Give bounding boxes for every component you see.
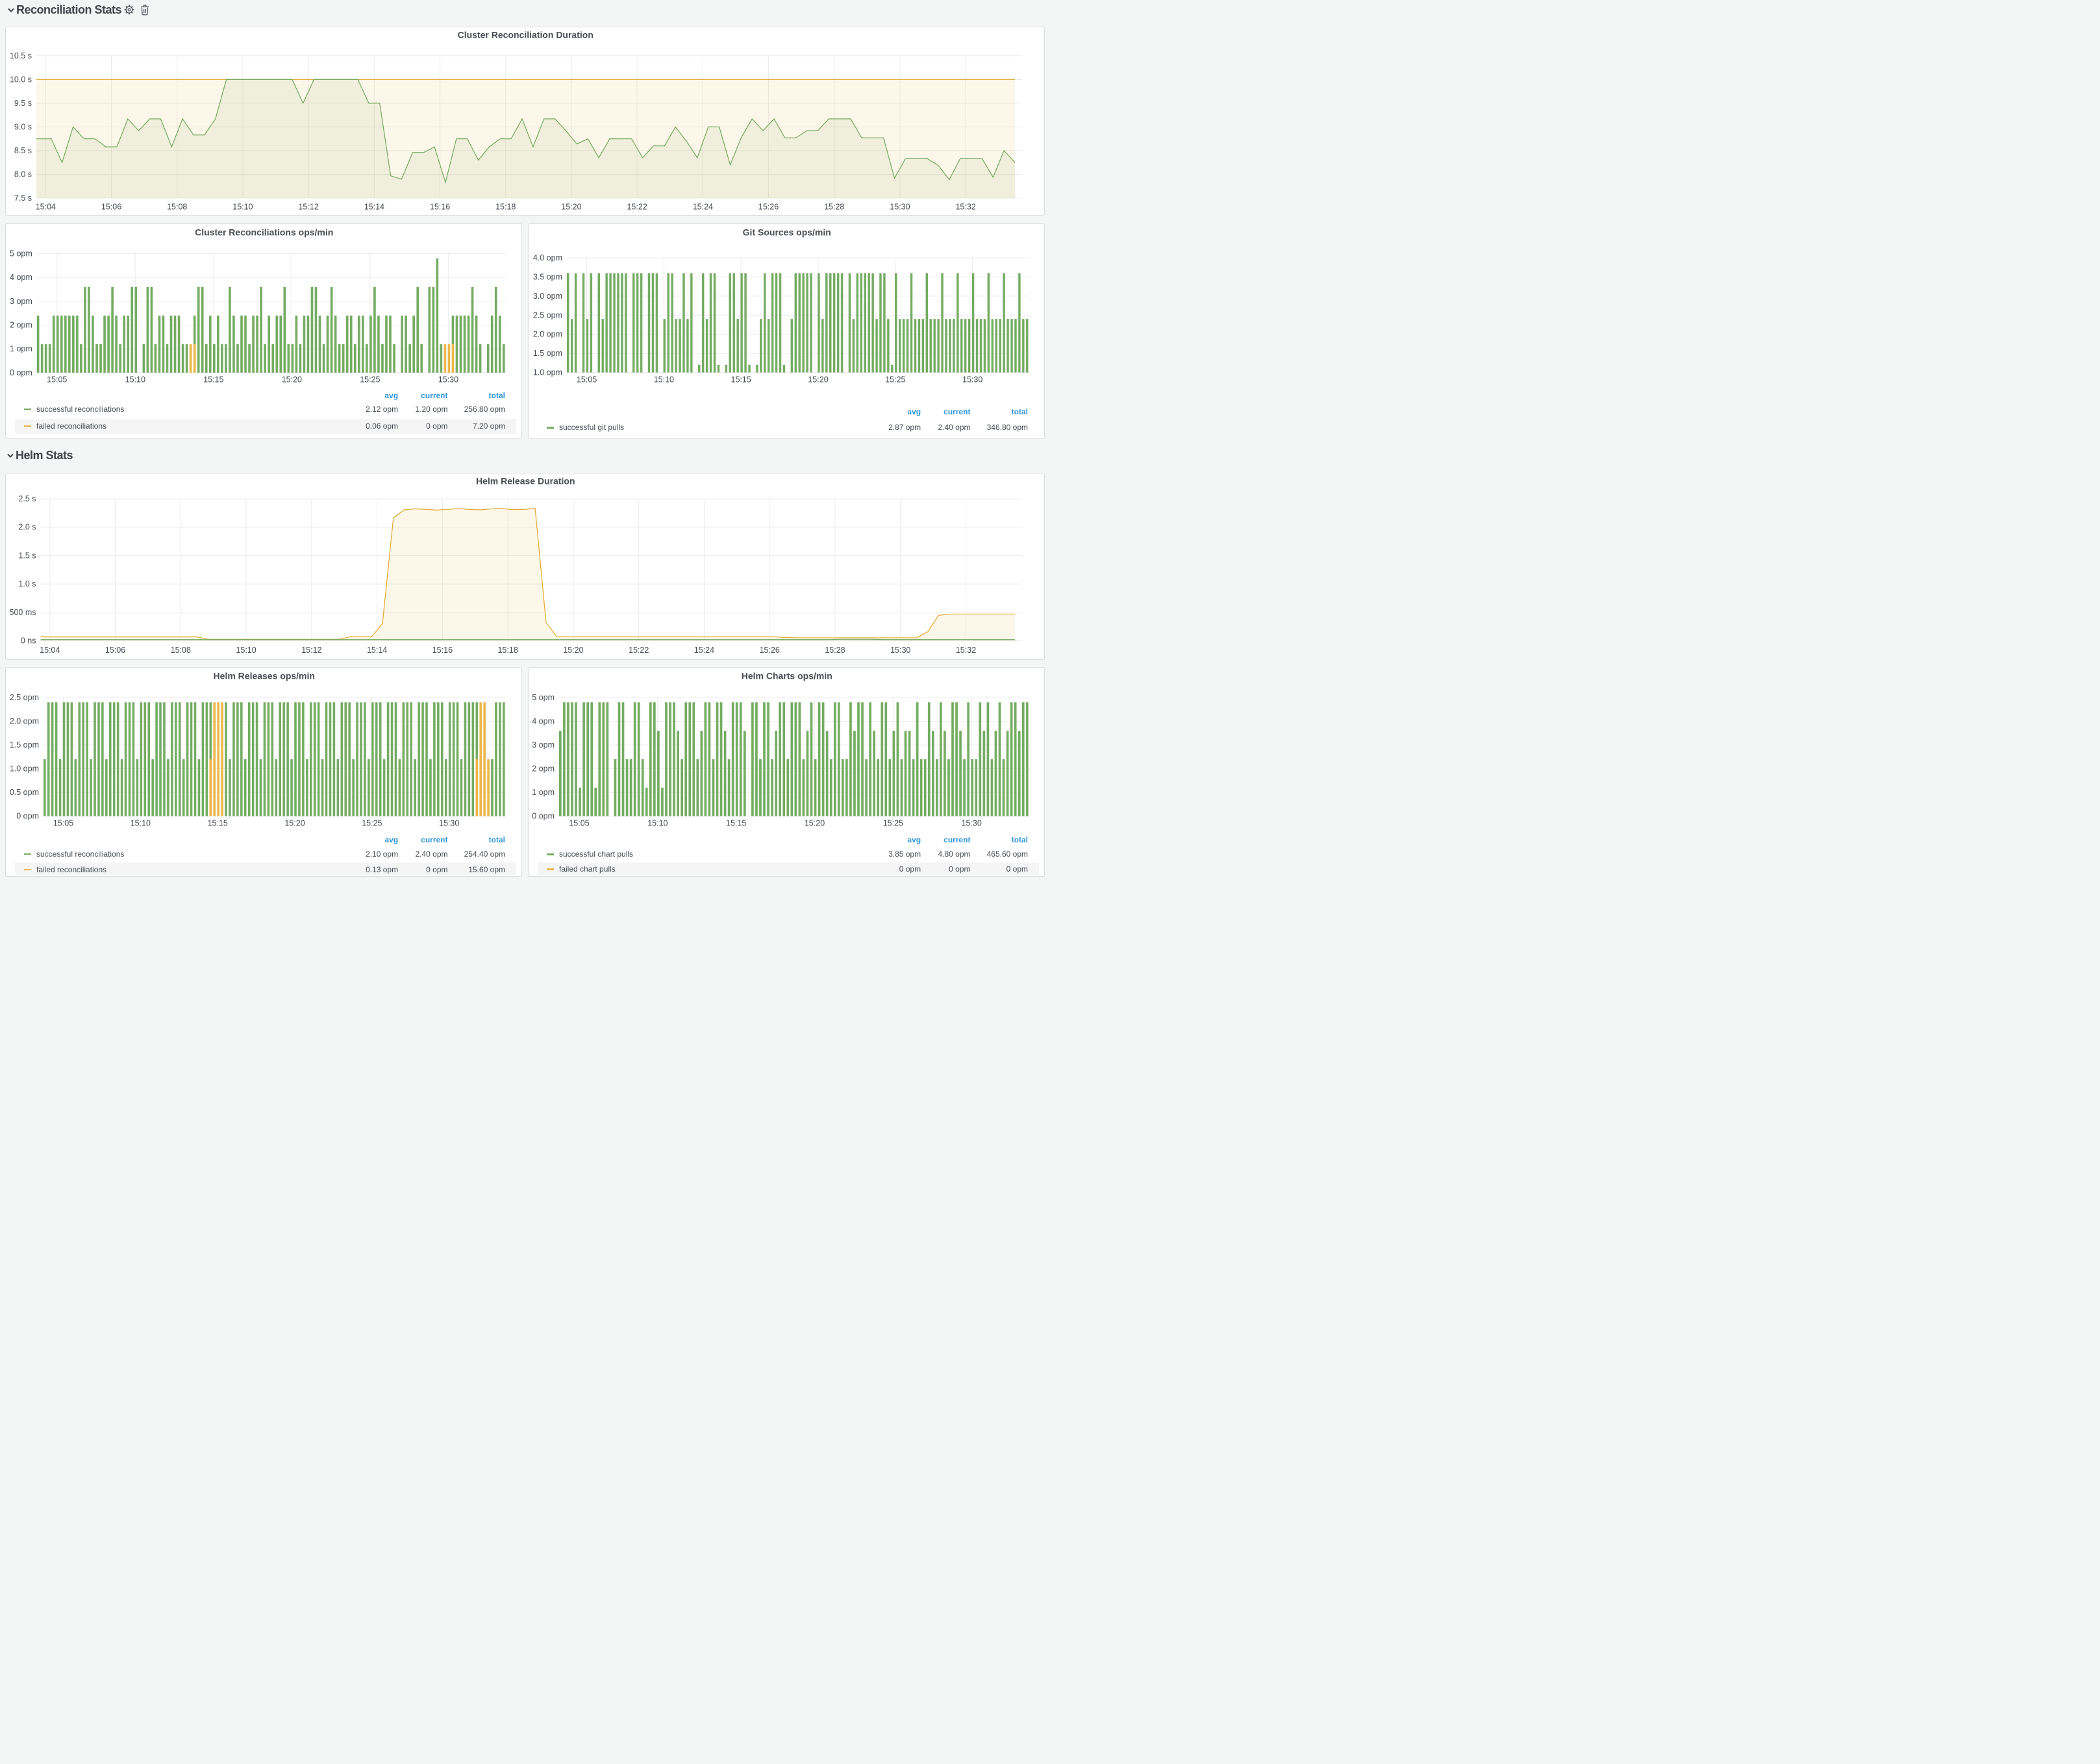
svg-text:15:30: 15:30 [439,818,459,827]
svg-text:15:30: 15:30 [962,818,982,827]
svg-text:15:24: 15:24 [694,646,714,655]
svg-text:15:15: 15:15 [726,818,746,827]
svg-text:0 opm: 0 opm [532,812,555,821]
svg-text:15:10: 15:10 [236,646,256,655]
svg-text:15:26: 15:26 [760,646,780,655]
svg-text:15:20: 15:20 [282,375,302,384]
svg-text:15:15: 15:15 [208,818,228,827]
svg-text:15:15: 15:15 [203,375,223,384]
svg-text:15:04: 15:04 [36,203,56,212]
svg-text:2 opm: 2 opm [10,320,32,329]
svg-text:8.0 s: 8.0 s [14,170,32,179]
svg-text:15:18: 15:18 [495,203,516,212]
svg-text:10.0 s: 10.0 s [10,75,32,84]
svg-text:1.5 s: 1.5 s [18,551,36,560]
svg-text:15:25: 15:25 [362,818,382,827]
svg-text:1.0 opm: 1.0 opm [10,764,39,774]
svg-text:2.0 s: 2.0 s [18,522,36,531]
svg-text:0 opm: 0 opm [10,368,32,377]
svg-text:15:12: 15:12 [298,203,318,212]
svg-text:15:15: 15:15 [731,375,751,384]
svg-text:15:22: 15:22 [627,203,647,212]
svg-text:4.0 opm: 4.0 opm [533,253,562,262]
svg-text:1.0 s: 1.0 s [18,579,36,588]
svg-text:Helm Release Duration: Helm Release Duration [476,475,575,486]
svg-text:2.0 opm: 2.0 opm [10,717,39,726]
svg-text:15:30: 15:30 [890,646,910,655]
svg-text:9.5 s: 9.5 s [14,99,32,108]
svg-text:15:06: 15:06 [105,646,125,655]
svg-text:2.5 opm: 2.5 opm [533,310,562,320]
svg-text:7.5 s: 7.5 s [14,194,32,203]
svg-text:15:20: 15:20 [563,646,583,655]
svg-text:15:30: 15:30 [890,203,910,212]
svg-text:15:10: 15:10 [232,203,253,212]
svg-text:15:22: 15:22 [629,646,649,655]
svg-text:15:32: 15:32 [955,203,975,212]
svg-text:Helm Charts ops/min: Helm Charts ops/min [742,671,832,681]
svg-text:15:04: 15:04 [40,646,60,655]
svg-text:500 ms: 500 ms [10,607,36,616]
svg-text:15:10: 15:10 [647,818,668,827]
svg-text:15:25: 15:25 [885,375,905,384]
svg-text:Cluster Reconciliations ops/mi: Cluster Reconciliations ops/min [195,227,333,237]
svg-text:15:20: 15:20 [808,375,828,384]
svg-text:4 opm: 4 opm [532,717,555,726]
svg-text:2 opm: 2 opm [532,764,555,774]
svg-text:15:14: 15:14 [367,646,387,655]
svg-text:3 opm: 3 opm [10,296,32,305]
svg-text:15:30: 15:30 [438,375,458,384]
svg-text:15:24: 15:24 [693,203,713,212]
svg-text:4 opm: 4 opm [10,273,32,282]
svg-text:15:28: 15:28 [825,646,845,655]
svg-text:2.0 opm: 2.0 opm [533,329,562,338]
svg-text:15:10: 15:10 [131,818,151,827]
svg-text:15:20: 15:20 [805,818,825,827]
svg-text:1 opm: 1 opm [10,344,32,353]
svg-text:15:06: 15:06 [101,203,121,212]
svg-text:15:16: 15:16 [430,203,450,212]
svg-text:15:20: 15:20 [561,203,581,212]
svg-text:0 ns: 0 ns [21,636,36,645]
svg-text:2.5 opm: 2.5 opm [10,693,39,702]
svg-text:15:18: 15:18 [497,646,518,655]
svg-text:15:12: 15:12 [301,646,321,655]
svg-text:3.0 opm: 3.0 opm [533,291,562,300]
svg-text:Cluster Reconciliation Duratio: Cluster Reconciliation Duration [458,30,594,40]
svg-text:5 opm: 5 opm [10,249,32,258]
svg-text:15:10: 15:10 [654,375,674,384]
svg-text:8.5 s: 8.5 s [14,146,32,155]
svg-text:Helm Releases ops/min: Helm Releases ops/min [214,671,315,681]
svg-text:3 opm: 3 opm [532,740,555,750]
svg-text:15:14: 15:14 [364,203,384,212]
svg-text:15:32: 15:32 [956,646,976,655]
svg-text:15:08: 15:08 [167,203,187,212]
svg-text:9.0 s: 9.0 s [14,122,32,131]
svg-text:1.5 opm: 1.5 opm [533,349,562,358]
svg-text:Git Sources ops/min: Git Sources ops/min [743,227,831,237]
svg-text:5 opm: 5 opm [532,693,555,702]
svg-text:15:25: 15:25 [360,375,380,384]
svg-text:15:30: 15:30 [962,375,982,384]
svg-text:1.0 opm: 1.0 opm [533,368,562,377]
svg-text:1 opm: 1 opm [532,788,555,797]
svg-text:0.5 opm: 0.5 opm [10,788,39,797]
svg-text:15:25: 15:25 [883,818,903,827]
svg-text:15:26: 15:26 [758,203,779,212]
svg-text:15:05: 15:05 [47,375,67,384]
svg-text:15:05: 15:05 [569,818,589,827]
svg-text:1.5 opm: 1.5 opm [10,740,39,750]
svg-text:15:20: 15:20 [284,818,305,827]
svg-text:15:05: 15:05 [577,375,597,384]
svg-text:3.5 opm: 3.5 opm [533,272,562,281]
svg-text:15:16: 15:16 [432,646,453,655]
svg-text:15:05: 15:05 [53,818,73,827]
svg-text:0 opm: 0 opm [16,812,39,821]
svg-text:2.5 s: 2.5 s [18,494,36,503]
svg-text:15:08: 15:08 [171,646,191,655]
svg-text:15:10: 15:10 [125,375,145,384]
svg-text:10.5 s: 10.5 s [10,51,32,60]
svg-text:15:28: 15:28 [824,203,844,212]
